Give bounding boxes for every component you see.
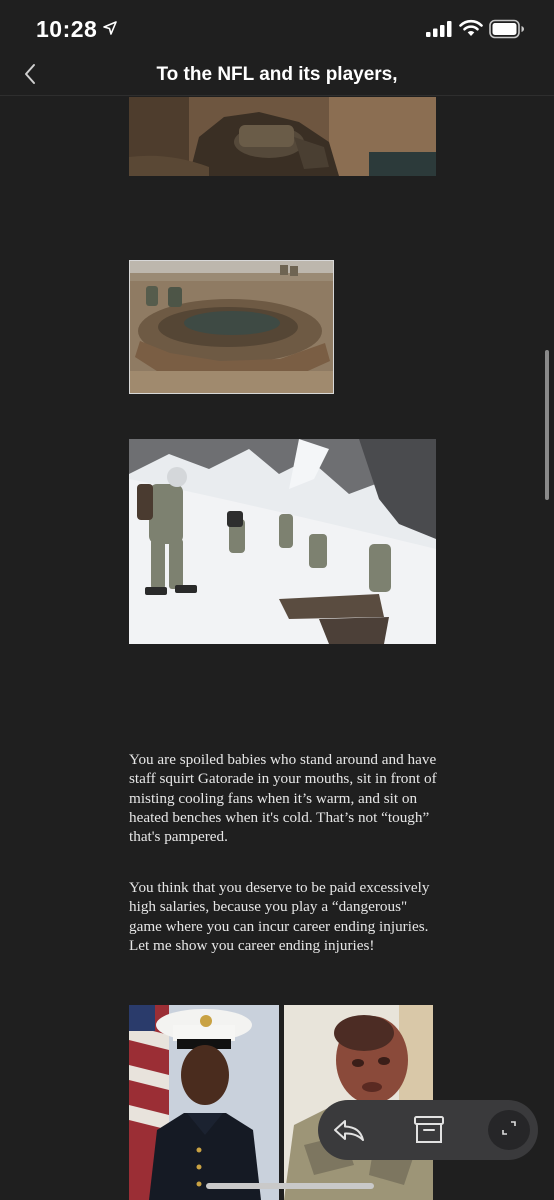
floating-action-toolbar <box>318 1100 538 1160</box>
scrollbar[interactable] <box>545 350 549 500</box>
cellular-signal-icon <box>426 21 452 42</box>
archive-icon <box>412 1116 446 1150</box>
reply-button[interactable] <box>332 1114 366 1146</box>
message-content: You are spoiled babies who stand around … <box>0 97 554 1200</box>
photo-marine-portrait <box>129 1005 279 1200</box>
page-title: To the NFL and its players, <box>156 64 398 85</box>
archive-button[interactable] <box>412 1114 446 1146</box>
wifi-icon <box>459 19 483 42</box>
home-indicator[interactable] <box>206 1183 374 1189</box>
photo-soldiers-snow-mountain <box>129 439 436 644</box>
photo-soldiers-resting-wall <box>129 97 436 176</box>
battery-icon <box>489 19 525 44</box>
location-arrow-icon <box>103 21 117 40</box>
status-time: 10:28 <box>36 16 98 42</box>
paragraph-salaries: You think that you deserve to be paid ex… <box>129 879 430 954</box>
status-bar: 10:28 <box>0 0 554 58</box>
reply-icon <box>332 1120 366 1150</box>
paragraph-spoiled-babies: You are spoiled babies who stand around … <box>129 751 437 846</box>
expand-button[interactable] <box>488 1110 530 1150</box>
expand-icon <box>501 1120 517 1141</box>
photo-soldiers-muddy-bunker <box>129 260 334 394</box>
navigation-bar: To the NFL and its players, <box>0 58 554 96</box>
